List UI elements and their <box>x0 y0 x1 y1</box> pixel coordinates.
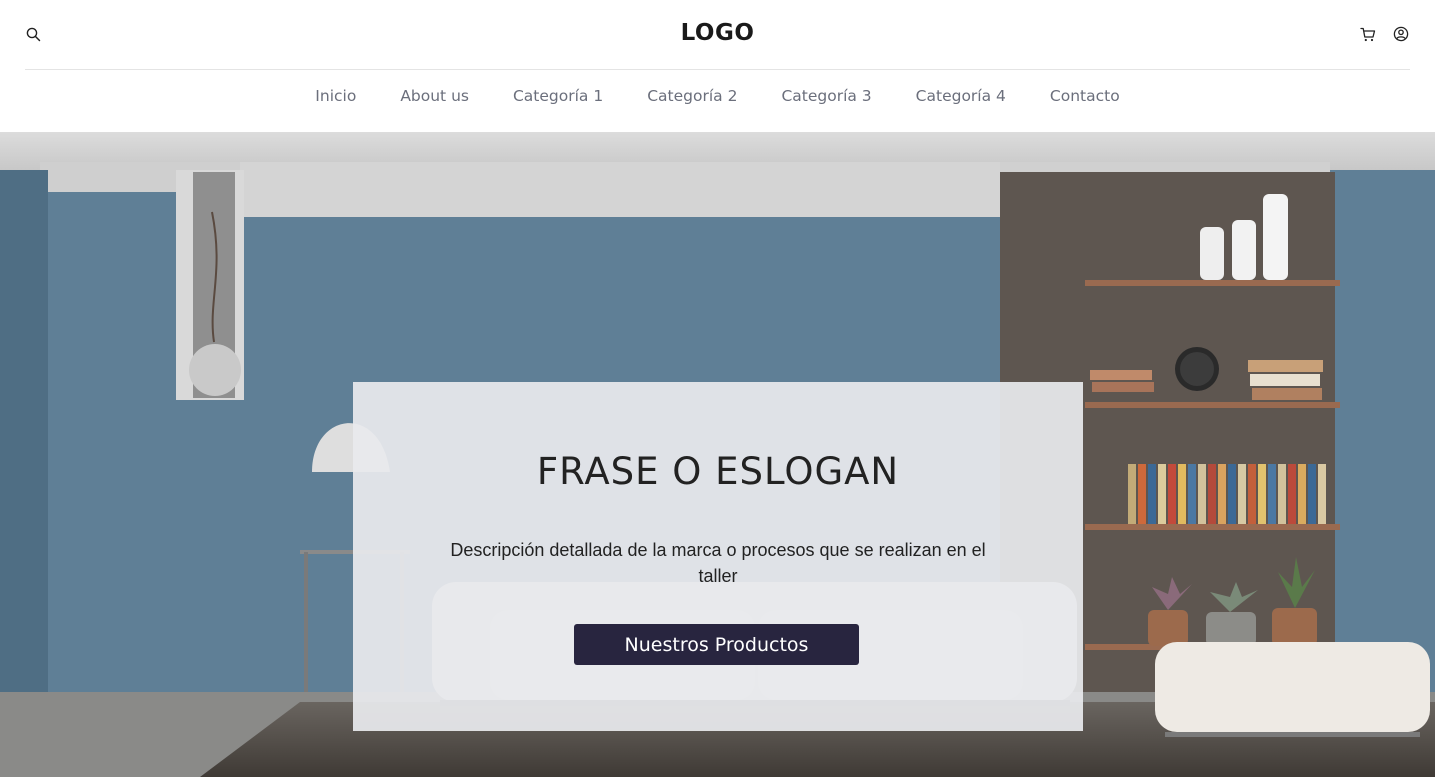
hero-description: Descripción detallada de la marca o proc… <box>450 540 986 586</box>
site-logo: LOGO <box>0 20 1435 46</box>
nav-link-categoria-1[interactable]: Categoría 1 <box>513 87 603 105</box>
site-header: LOGO Inicio About us Categoría 1 Categor… <box>0 0 1435 132</box>
cart-icon <box>1360 27 1376 41</box>
user-icon <box>1393 26 1409 42</box>
nav-link-contacto[interactable]: Contacto <box>1050 87 1120 105</box>
products-button[interactable]: Nuestros Productos <box>574 624 859 665</box>
hero-title: FRASE O ESLOGAN <box>536 450 900 493</box>
header-divider <box>25 69 1410 70</box>
nav-link-about-us[interactable]: About us <box>400 87 469 105</box>
cart-button[interactable] <box>1358 24 1378 44</box>
account-button[interactable] <box>1391 24 1411 44</box>
hero-section: FRASE O ESLOGAN Descripción detallada de… <box>0 132 1435 777</box>
main-nav: Inicio About us Categoría 1 Categoría 2 … <box>0 87 1435 105</box>
nav-link-inicio[interactable]: Inicio <box>315 87 356 105</box>
nav-link-categoria-3[interactable]: Categoría 3 <box>781 87 871 105</box>
nav-link-categoria-4[interactable]: Categoría 4 <box>916 87 1006 105</box>
hero-card: FRASE O ESLOGAN Descripción detallada de… <box>353 382 1083 731</box>
logo-text[interactable]: LOGO <box>681 20 755 46</box>
nav-link-categoria-2[interactable]: Categoría 2 <box>647 87 737 105</box>
